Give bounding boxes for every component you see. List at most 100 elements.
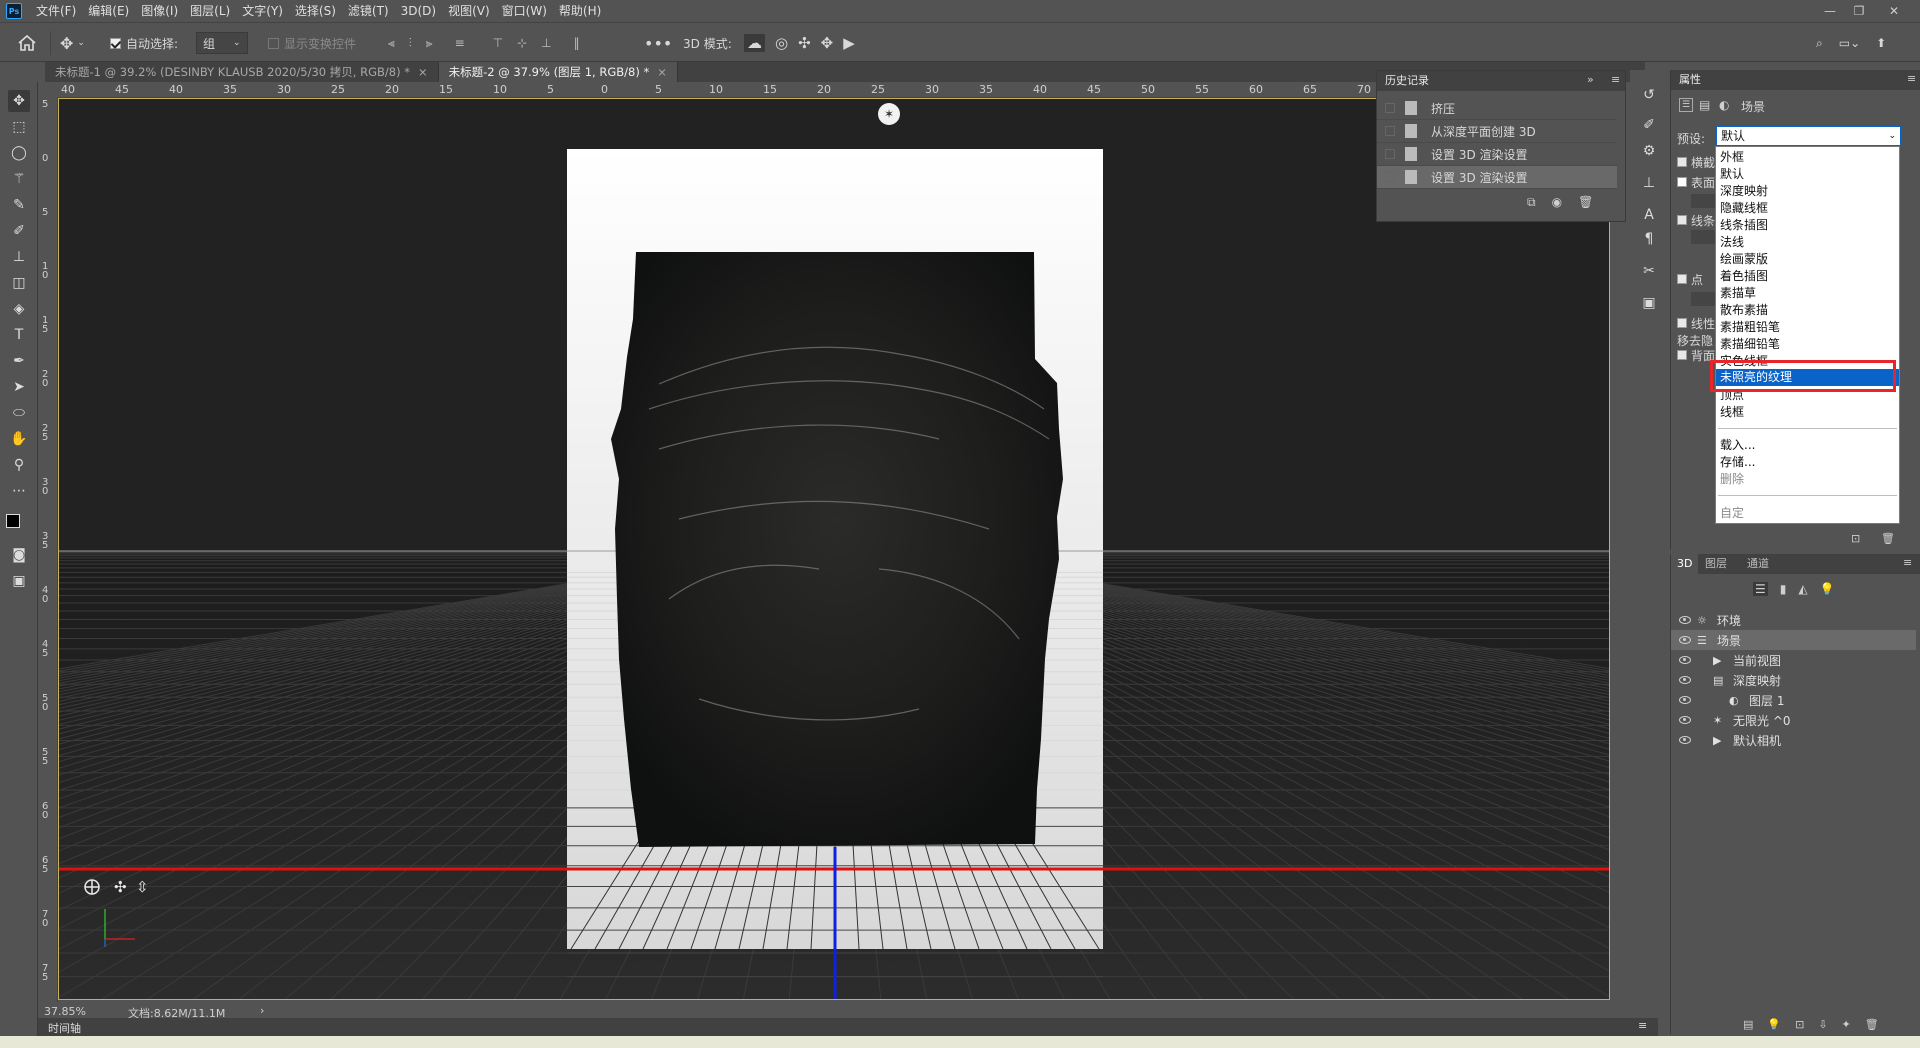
cross-section-checkbox[interactable]: [1677, 157, 1687, 167]
menu-window[interactable]: 窗口(W): [496, 0, 553, 22]
align-middle-icon[interactable]: ⊹: [517, 36, 527, 50]
brush-tool-icon[interactable]: ✐: [8, 220, 30, 242]
preset-option[interactable]: 默认: [1716, 166, 1899, 183]
paragraph-panel-icon[interactable]: ¶: [1638, 228, 1660, 250]
render-icon[interactable]: ⊡: [1851, 532, 1860, 545]
trash-icon[interactable]: 🗑: [1881, 532, 1895, 545]
preset-option[interactable]: 外框: [1716, 149, 1899, 166]
timeline-label[interactable]: 时间轴: [48, 1020, 81, 1036]
add-light-icon[interactable]: 💡: [1767, 1018, 1781, 1031]
hand-tool-icon[interactable]: ✋: [8, 428, 30, 450]
minimize-button[interactable]: —: [1816, 0, 1844, 22]
preset-option[interactable]: 隐藏线框: [1716, 200, 1899, 217]
distribute-vertical-icon[interactable]: ‖: [574, 36, 580, 50]
camera-controls[interactable]: ✣ ⇳: [84, 878, 149, 896]
preset-select[interactable]: 默认 ⌄: [1716, 126, 1901, 146]
scene-tree-item[interactable]: ▶ 当前视图: [1671, 650, 1916, 670]
load-preset-option[interactable]: 载入...: [1716, 437, 1899, 454]
lines-checkbox[interactable]: [1677, 215, 1687, 225]
backface-checkbox[interactable]: [1677, 350, 1687, 360]
collapse-panel-icon[interactable]: »: [1587, 73, 1594, 86]
scene-icon[interactable]: ☰: [1679, 98, 1693, 112]
preset-option[interactable]: 素描细铅笔: [1716, 336, 1899, 353]
history-panel-icon[interactable]: ↺: [1638, 84, 1660, 106]
history-item[interactable]: 从深度平面创建 3D: [1377, 120, 1617, 143]
adjustments-icon[interactable]: ⚙: [1638, 140, 1660, 162]
visibility-eye-icon[interactable]: [1679, 616, 1691, 624]
visibility-eye-icon[interactable]: [1679, 676, 1691, 684]
lights-filter-icon[interactable]: 💡: [1820, 582, 1835, 596]
status-arrow-button[interactable]: ›: [260, 1004, 264, 1017]
preset-option[interactable]: 素描草: [1716, 285, 1899, 302]
tools-preset-icon[interactable]: ✂: [1638, 260, 1660, 282]
tab-layers[interactable]: 图层: [1699, 554, 1733, 574]
align-left-icon[interactable]: ⫷: [388, 36, 395, 51]
preset-option[interactable]: 法线: [1716, 234, 1899, 251]
scene-tree-item[interactable]: ☼ 环境: [1671, 610, 1916, 630]
move-tool-icon[interactable]: ✥ ⌄: [60, 23, 85, 63]
character-panel-icon[interactable]: A: [1638, 204, 1660, 226]
panel-menu-icon[interactable]: ≡: [1638, 1019, 1647, 1032]
close-window-button[interactable]: ✕: [1880, 0, 1908, 22]
scene-tree-item[interactable]: ☰ 场景: [1671, 630, 1916, 650]
preset-option[interactable]: 深度映射: [1716, 183, 1899, 200]
tab-channels[interactable]: 通道: [1741, 554, 1775, 574]
align-center-icon[interactable]: ⫶: [409, 36, 412, 51]
restore-button[interactable]: ❐: [1845, 0, 1873, 22]
share-icon[interactable]: ⬆: [1876, 36, 1886, 50]
panel-menu-icon[interactable]: ≡: [1903, 556, 1912, 569]
workspace-icon[interactable]: ▭⌄: [1839, 36, 1860, 50]
linearize-checkbox[interactable]: [1677, 318, 1687, 328]
whole-scene-filter-icon[interactable]: ☰: [1753, 582, 1768, 596]
new-document-from-state-icon[interactable]: ⧉: [1527, 195, 1536, 210]
drag-3d-icon[interactable]: ✣: [798, 34, 811, 52]
surface-checkbox[interactable]: [1677, 177, 1687, 187]
paint-bucket-icon[interactable]: ◈: [8, 298, 30, 320]
path-select-icon[interactable]: ➤: [8, 376, 30, 398]
eyedropper-icon[interactable]: ✎: [8, 194, 30, 216]
preset-option[interactable]: 线框: [1716, 404, 1899, 421]
add-mesh-icon[interactable]: ▤: [1743, 1018, 1753, 1031]
scene-tree-item[interactable]: ◐ 图层 1: [1671, 690, 1916, 710]
visibility-eye-icon[interactable]: [1679, 736, 1691, 744]
tab-3d[interactable]: 3D: [1671, 554, 1699, 574]
preset-option[interactable]: 散布素描: [1716, 302, 1899, 319]
align-top-icon[interactable]: ⊤: [493, 36, 503, 50]
zoom-camera-icon[interactable]: ▶: [843, 34, 855, 52]
pen-tool-icon[interactable]: ✒: [8, 350, 30, 372]
scene-tree-item[interactable]: ▶ 默认相机: [1671, 730, 1916, 750]
shape-tool-icon[interactable]: ⬭: [8, 402, 30, 424]
menu-edit[interactable]: 编辑(E): [82, 0, 135, 22]
preset-option[interactable]: 素描粗铅笔: [1716, 319, 1899, 336]
scene-tree-item[interactable]: ▤ 深度映射: [1671, 670, 1916, 690]
tab-document-2[interactable]: 未标题-2 @ 37.9% (图层 1, RGB/8) * ×: [438, 62, 678, 82]
meshes-filter-icon[interactable]: ▮: [1780, 582, 1787, 596]
menu-image[interactable]: 图像(I): [135, 0, 184, 22]
lasso-tool-icon[interactable]: ◯: [8, 142, 30, 164]
magic-wand-icon[interactable]: ⚚: [8, 168, 30, 190]
mesh-icon[interactable]: ▤: [1699, 98, 1710, 112]
more-tools-icon[interactable]: ⋯: [8, 480, 30, 502]
save-preset-option[interactable]: 存储...: [1716, 454, 1899, 471]
more-options-icon[interactable]: •••: [644, 23, 672, 63]
visibility-eye-icon[interactable]: [1679, 636, 1691, 644]
snapshot-icon[interactable]: ◉: [1552, 195, 1562, 210]
menu-layer[interactable]: 图层(L): [184, 0, 236, 22]
screen-mode-icon[interactable]: ▣: [8, 570, 30, 592]
brush-settings-icon[interactable]: ✐: [1638, 114, 1660, 136]
align-bottom-icon[interactable]: ⊥: [541, 36, 551, 50]
drop-to-ground-icon[interactable]: ⇩: [1818, 1018, 1827, 1031]
libraries-icon[interactable]: ▣: [1638, 292, 1660, 314]
zoom-level[interactable]: 37.85%: [44, 1005, 86, 1018]
zoom-tool-icon[interactable]: ⚲: [8, 454, 30, 476]
scene-tree-item[interactable]: ✶ 无限光 ^0: [1671, 710, 1916, 730]
menu-filter[interactable]: 滤镜(T): [342, 0, 395, 22]
preset-option[interactable]: 绘画蒙版: [1716, 251, 1899, 268]
menu-file[interactable]: 文件(F): [30, 0, 82, 22]
menu-view[interactable]: 视图(V): [442, 0, 496, 22]
search-icon[interactable]: ⌕: [1816, 36, 1823, 51]
auto-select-checkbox[interactable]: [110, 37, 121, 49]
history-item-selected[interactable]: 设置 3D 渲染设置: [1377, 166, 1617, 189]
menu-3d[interactable]: 3D(D): [395, 0, 442, 22]
clone-source-icon[interactable]: ⊥: [1638, 172, 1660, 194]
